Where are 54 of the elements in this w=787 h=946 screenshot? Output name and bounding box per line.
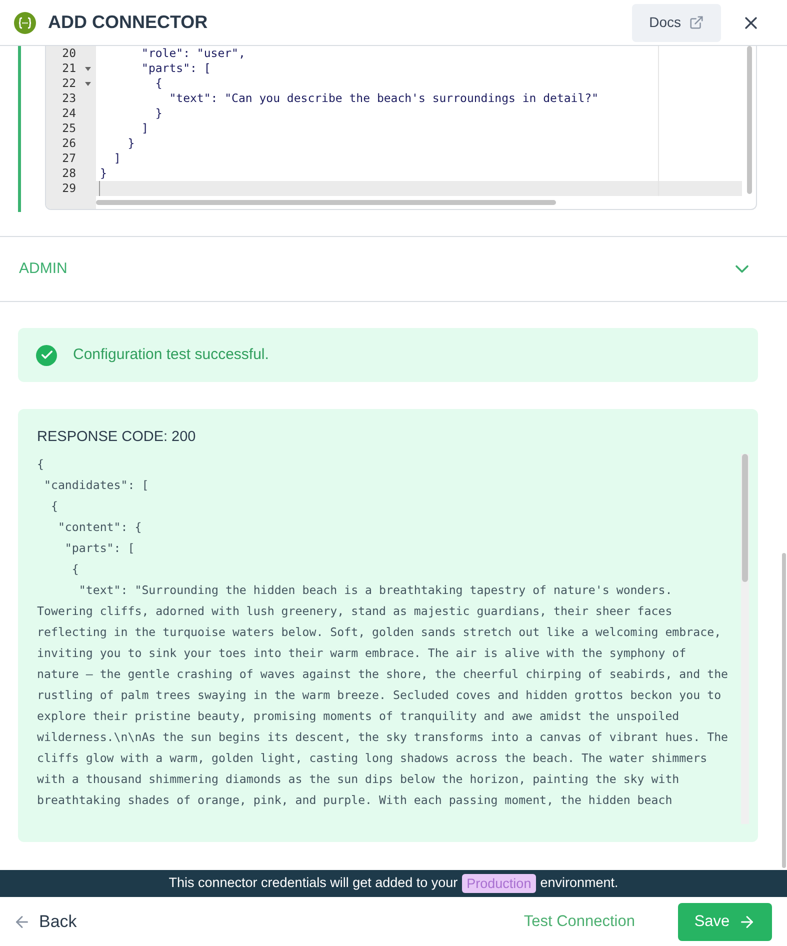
notice-text: environment. [540,874,618,892]
line-number: 26 [62,136,76,151]
fold-arrow-icon[interactable] [85,82,91,86]
response-line: "candidates": [ [42,477,150,494]
success-message: Configuration test successful. [73,344,269,365]
response-line: reflecting in the turquoise waters below. Soft, golden sands stretch out like a welcoming embrace, [37,624,722,641]
horizontal-scrollbar[interactable] [96,200,556,205]
response-line: Towering cliffs, adorned with lush greenery, stand as majestic guardians, their sheer faces [37,603,674,620]
response-line: inviting you to sink your toes into their warm embrace. The air is alive with the symphony of [37,645,688,662]
vertical-scrollbar[interactable] [742,454,748,582]
response-line: with a thousand shimmering diamonds as the sun dips below the horizon, painting the sky with [37,771,680,788]
response-line: "content": { [56,519,143,536]
code-line: ] [112,151,121,166]
code-line: { [154,76,162,91]
line-number: 28 [62,166,76,181]
response-line: { [70,561,80,578]
response-line: explore their pristine beauty, promising moments of tranquility and awe amidst the unspoiled [37,708,680,725]
line-number: 21 [62,61,76,76]
response-line: cliffs glow with a warm, golden light, casting long shadows across the beach. The water shimmers [37,750,708,767]
code-line: ] [140,121,148,136]
response-line: breathtaking shades of orange, pink, and purple. With each passing moment, the hidden beach [37,792,674,809]
code-line: "text": "Can you describe the beach's surroundings in detail?" [168,91,598,106]
line-number: 20 [62,46,76,61]
line-number: 27 [62,151,76,166]
code-line: } [99,166,107,181]
line-number: 25 [62,121,76,136]
line-number: 22 [62,76,76,91]
response-line: wilderness.\n\nAs the sun begins its descent, the sky transforms into a canvas of vibrant hues. The [37,729,730,746]
response-line: "parts": [ [64,540,136,557]
page-scrollbar[interactable] [782,553,786,868]
docs-button[interactable]: Docs [632,4,721,42]
code-line: } [154,106,162,121]
logo-icon [14,12,36,34]
response-line: nature – the gentle crashing of waves against the shore, the cheerful chirping of seabirds, and the [37,666,730,683]
response-line: "text": "Surrounding the hidden beach is a breathtaking tapestry of nature's wonders. [78,582,674,599]
fold-arrow-icon[interactable] [85,67,91,71]
vertical-scrollbar[interactable] [746,46,752,194]
code-line: "role": "user", [140,46,246,61]
line-number: 24 [62,106,76,121]
response-line: { [50,498,59,515]
back-button[interactable]: Back [13,908,77,934]
text-cursor [99,181,100,196]
line-number: 29 [62,181,76,196]
code-editor[interactable]: 20 21 22 23 24 25 26 27 28 29 "role": "user", "parts": [ { "text": "Can you describe the beach's surroundings in detail?" } ] } ] } [45,46,757,210]
code-line: "parts": [ [140,61,211,76]
environment-tag: Production [462,874,536,893]
notice-text: This connector credentials will get added to your [168,874,458,892]
external-link-icon [689,15,704,30]
code-line: } [126,136,135,151]
response-code: RESPONSE CODE: 200 [37,428,197,447]
line-number: 23 [62,91,76,106]
response-line: rustling of palm trees swaying in the warm breeze. Secluded coves and hidden grottos beckon you to [37,687,722,704]
response-line: { [37,456,45,473]
dialog-title: ADD CONNECTOR [48,11,208,34]
